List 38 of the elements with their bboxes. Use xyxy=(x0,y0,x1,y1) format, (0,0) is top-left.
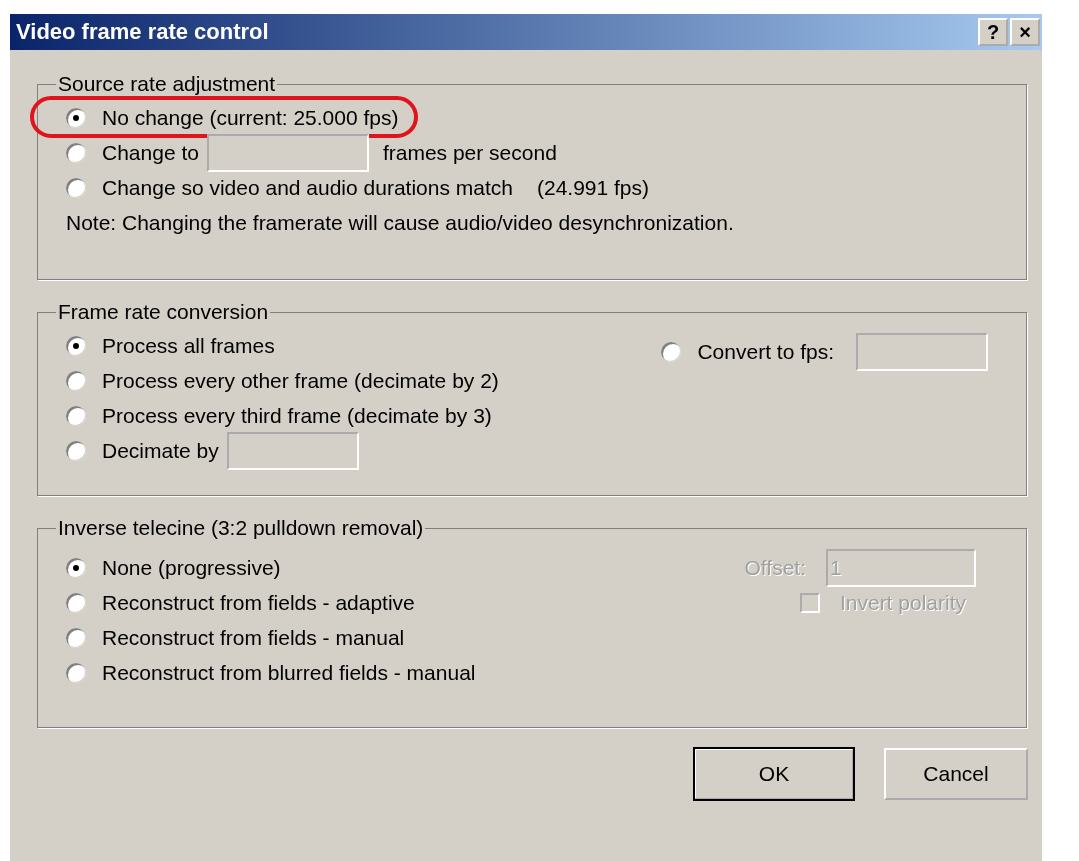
radio-option[interactable]: No change (current: 25.000 fps) xyxy=(66,105,399,130)
radio-option[interactable]: Reconstruct from fields - adaptive xyxy=(66,590,415,615)
dialog-button[interactable]: OK xyxy=(694,748,854,800)
unit-label: frames per second xyxy=(382,140,557,165)
radio-button[interactable] xyxy=(66,370,86,391)
radio-button[interactable] xyxy=(66,142,86,163)
radio-option[interactable]: Decimate by xyxy=(66,438,219,463)
close-button[interactable]: × xyxy=(1010,18,1040,46)
group-title: Inverse telecine (3:2 pulldown removal) xyxy=(57,516,425,540)
radio-button[interactable] xyxy=(66,627,86,648)
radio-option[interactable]: Process every other frame (decimate by 2) xyxy=(66,368,499,393)
help-button[interactable]: ? xyxy=(978,18,1008,46)
radio-button[interactable] xyxy=(66,177,86,198)
radio-button[interactable] xyxy=(661,341,682,362)
input-field[interactable] xyxy=(856,332,988,371)
dialog-button[interactable]: Cancel xyxy=(884,748,1028,800)
radio-button[interactable] xyxy=(66,557,86,578)
radio-button[interactable] xyxy=(66,440,86,461)
note-text: Note: Changing the framerate will cause audio/video desynchronization. xyxy=(66,211,735,235)
radio-option[interactable]: Reconstruct from blurred fields - manual xyxy=(66,660,476,685)
radio-option[interactable]: Reconstruct from fields - manual xyxy=(66,625,405,650)
input-field[interactable] xyxy=(226,431,359,470)
radio-option[interactable]: Process all frames xyxy=(66,333,275,358)
radio-option[interactable]: Change to xyxy=(66,140,199,165)
group-title: Source rate adjustment xyxy=(57,72,277,96)
radio-button[interactable] xyxy=(66,405,86,426)
radio-option[interactable]: Convert to fps: xyxy=(661,339,834,364)
radio-button[interactable] xyxy=(66,662,86,683)
group-title: Frame rate conversion xyxy=(57,300,270,324)
radio-button[interactable] xyxy=(66,592,86,613)
radio-option[interactable]: Change so video and audio durations match xyxy=(66,175,513,200)
radio-button[interactable] xyxy=(66,335,86,356)
window-title: Video frame rate control xyxy=(16,19,269,45)
radio-option[interactable]: None (progressive) xyxy=(66,555,281,580)
radio-option[interactable]: Process every third frame (decimate by 3) xyxy=(66,403,492,428)
input-field[interactable] xyxy=(206,133,369,172)
rate-info: (24.991 fps) xyxy=(536,175,650,200)
radio-button[interactable] xyxy=(66,107,86,128)
